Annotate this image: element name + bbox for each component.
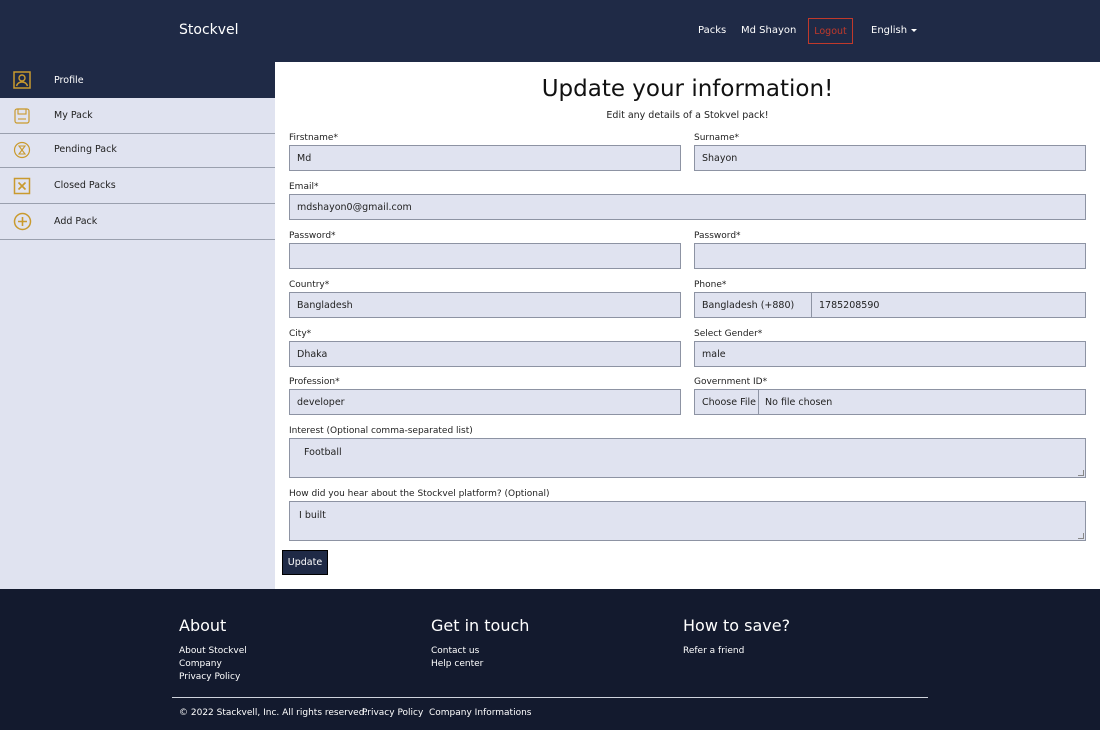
surname-input[interactable]: Shayon xyxy=(694,145,1086,171)
profession-label: Profession* xyxy=(289,377,340,387)
page-subtitle: Edit any details of a Stokvel pack! xyxy=(606,110,769,121)
file-divider xyxy=(758,390,759,414)
footer-link-privacy-policy[interactable]: Privacy Policy xyxy=(179,672,240,682)
government-id-label: Government ID* xyxy=(694,377,768,387)
phone-label: Phone* xyxy=(694,280,727,290)
footer-copyright: © 2022 Stackvell, Inc. All rights reserv… xyxy=(179,708,368,718)
firstname-input[interactable]: Md xyxy=(289,145,681,171)
sidebar-item-my-pack[interactable]: My Pack xyxy=(0,98,275,134)
main-content: Update your information! Edit any detail… xyxy=(275,62,1100,589)
add-circle-icon xyxy=(12,212,32,232)
footer-contact-heading: Get in touch xyxy=(431,616,530,635)
profile-icon xyxy=(12,70,32,90)
heard-value: I built xyxy=(299,510,326,521)
country-select[interactable]: Bangladesh xyxy=(289,292,681,318)
email-label: Email* xyxy=(289,182,319,192)
password-confirm-label: Password* xyxy=(694,231,741,241)
firstname-label: Firstname* xyxy=(289,133,338,143)
choose-file-button[interactable]: Choose File xyxy=(702,397,756,408)
interest-value: Football xyxy=(304,447,342,458)
phone-divider xyxy=(811,293,812,317)
email-input[interactable]: mdshayon0@gmail.com xyxy=(289,194,1086,220)
footer-bottom-privacy-link[interactable]: Privacy Policy xyxy=(362,708,423,718)
resize-handle-icon[interactable] xyxy=(1078,533,1084,539)
interest-label: Interest (Optional comma-separated list) xyxy=(289,426,473,436)
close-box-icon xyxy=(12,176,32,196)
footer: About About Stockvel Company Privacy Pol… xyxy=(0,589,1100,730)
resize-handle-icon[interactable] xyxy=(1078,470,1084,476)
top-navbar: Stockvel Packs Md Shayon Logout English xyxy=(0,0,1100,62)
footer-about-heading: About xyxy=(179,616,227,635)
sidebar-item-pending-pack[interactable]: Pending Pack xyxy=(0,132,275,168)
nav-user-link[interactable]: Md Shayon xyxy=(741,25,796,36)
footer-link-contact-us[interactable]: Contact us xyxy=(431,646,479,656)
phone-group: Bangladesh (+880) 1785208590 xyxy=(694,292,1086,318)
city-input[interactable]: Dhaka xyxy=(289,341,681,367)
language-label: English xyxy=(871,25,908,36)
password-confirm-input[interactable] xyxy=(694,243,1086,269)
interest-textarea[interactable]: Football xyxy=(289,438,1086,478)
sidebar-item-label: My Pack xyxy=(54,110,93,121)
password-label: Password* xyxy=(289,231,336,241)
file-status: No file chosen xyxy=(765,396,833,408)
footer-link-company[interactable]: Company xyxy=(179,659,222,669)
password-input[interactable] xyxy=(289,243,681,269)
sidebar-item-label: Closed Packs xyxy=(54,180,116,191)
nav-packs-link[interactable]: Packs xyxy=(698,25,726,36)
sidebar-item-label: Profile xyxy=(54,74,84,86)
heard-label: How did you hear about the Stockvel plat… xyxy=(289,489,550,499)
government-id-file-input[interactable]: Choose File No file chosen xyxy=(694,389,1086,415)
gender-label: Select Gender* xyxy=(694,329,763,339)
logout-button[interactable]: Logout xyxy=(808,18,853,44)
update-button[interactable]: Update xyxy=(282,550,328,575)
hourglass-icon xyxy=(12,140,32,160)
page-title: Update your information! xyxy=(541,76,834,102)
sidebar-item-label: Pending Pack xyxy=(54,144,117,155)
phone-input[interactable]: 1785208590 xyxy=(819,300,879,311)
language-dropdown[interactable]: English xyxy=(871,25,918,36)
sidebar-item-profile[interactable]: Profile xyxy=(0,62,275,98)
footer-bottom-company-link[interactable]: Company Informations xyxy=(429,708,531,718)
footer-link-help-center[interactable]: Help center xyxy=(431,659,483,669)
city-label: City* xyxy=(289,329,312,339)
surname-label: Surname* xyxy=(694,133,739,143)
footer-link-refer-friend[interactable]: Refer a friend xyxy=(683,646,744,656)
footer-divider xyxy=(172,697,928,698)
country-label: Country* xyxy=(289,280,330,290)
footer-save-heading: How to save? xyxy=(683,616,791,635)
save-icon xyxy=(12,106,32,126)
caret-down-icon xyxy=(911,28,918,32)
profession-input[interactable]: developer xyxy=(289,389,681,415)
sidebar-item-label: Add Pack xyxy=(54,216,98,227)
heard-textarea[interactable]: I built xyxy=(289,501,1086,541)
gender-select[interactable]: male xyxy=(694,341,1086,367)
sidebar-item-closed-packs[interactable]: Closed Packs xyxy=(0,168,275,204)
sidebar-item-add-pack[interactable]: Add Pack xyxy=(0,204,275,240)
sidebar: Profile My Pack Pending Pack Closed Pack… xyxy=(0,62,275,589)
footer-link-about-stockvel[interactable]: About Stockvel xyxy=(179,646,247,656)
phone-country-code-select[interactable]: Bangladesh (+880) xyxy=(702,300,794,311)
brand-logo[interactable]: Stockvel xyxy=(179,22,239,38)
